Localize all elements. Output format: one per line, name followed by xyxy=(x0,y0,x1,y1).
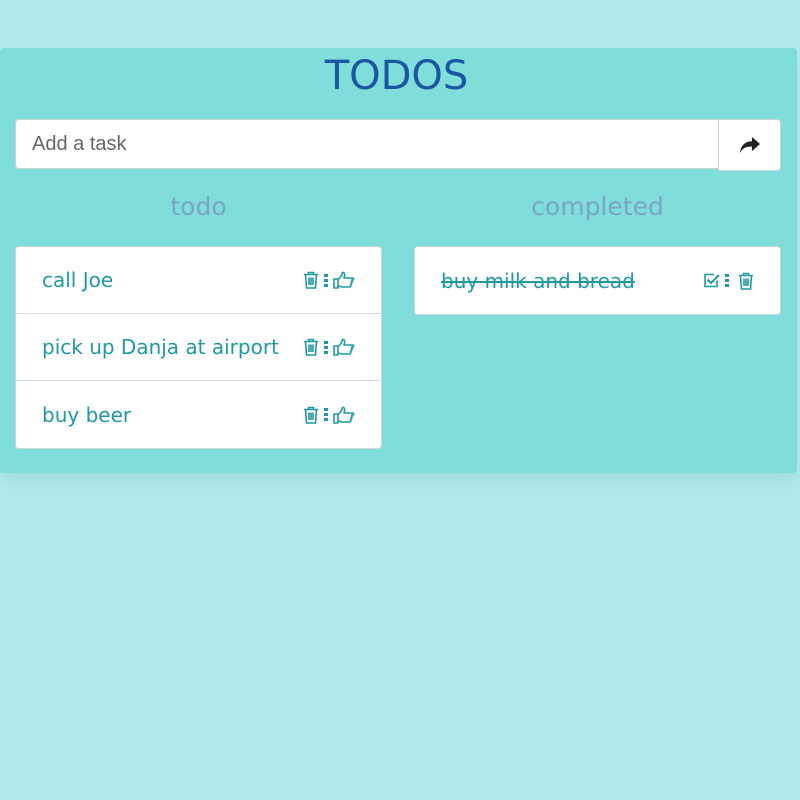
thumbs-up-icon[interactable] xyxy=(333,338,355,356)
task-label: pick up Danja at airport xyxy=(42,335,279,359)
todo-heading: todo xyxy=(170,192,227,221)
thumbs-up-icon[interactable] xyxy=(333,271,355,289)
list-item: buy beer xyxy=(16,381,381,448)
trash-icon[interactable] xyxy=(303,338,319,356)
task-label: buy beer xyxy=(42,402,132,427)
list-item: buy milk and bread xyxy=(415,247,780,314)
thumbs-up-icon[interactable] xyxy=(333,406,355,424)
drag-handle-icon[interactable] xyxy=(725,274,729,287)
completed-list: buy milk and bread xyxy=(414,246,781,315)
drag-handle-icon[interactable] xyxy=(324,273,328,287)
drag-handle-icon[interactable] xyxy=(324,408,328,421)
drag-handle-icon[interactable] xyxy=(324,340,328,354)
share-arrow-icon xyxy=(739,136,761,154)
task-label: call Joe xyxy=(42,268,114,292)
todo-panel: TODOS todo completed call Joe xyxy=(0,48,797,473)
add-task-button[interactable] xyxy=(718,119,781,171)
todo-list: call Joe pick up Danja at airport buy be… xyxy=(15,246,382,449)
trash-icon[interactable] xyxy=(738,272,754,290)
add-task-input[interactable] xyxy=(15,119,718,169)
list-item: pick up Danja at airport xyxy=(16,314,381,381)
list-item: call Joe xyxy=(16,247,381,314)
completed-heading: completed xyxy=(531,192,664,221)
trash-icon[interactable] xyxy=(303,271,319,289)
checkbox-checked-icon[interactable] xyxy=(703,272,720,289)
trash-icon[interactable] xyxy=(303,406,319,424)
page-title: TODOS xyxy=(324,53,469,99)
task-label: buy milk and bread xyxy=(441,268,635,293)
add-task-form xyxy=(15,119,781,171)
